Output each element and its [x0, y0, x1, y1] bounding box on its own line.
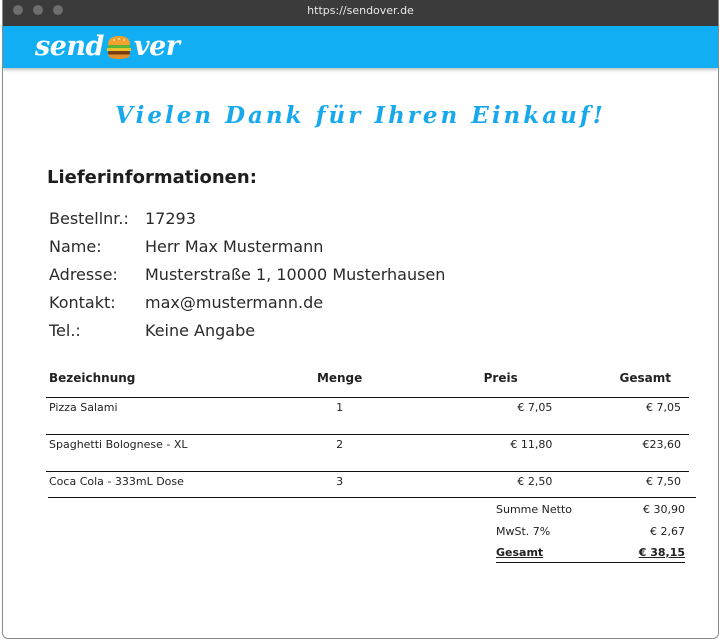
delivery-info-list: Bestellnr.: 17293 Name: Herr Max Musterm… [49, 204, 445, 344]
info-value: Keine Angabe [145, 320, 256, 340]
info-label: Adresse: [49, 264, 118, 284]
net-total-label: Summe Netto [496, 502, 573, 516]
info-value: Musterstraße 1, 10000 Musterhausen [145, 264, 446, 284]
item-price: € 7,05 [375, 397, 556, 435]
order-items-table: Bezeichnung Menge Preis Gesamt Pizza Sal… [46, 368, 689, 508]
address-url: https://sendover.de [307, 4, 414, 17]
net-total-value: € 30,90 [643, 502, 685, 516]
thank-you-heading: Vielen Dank für Ihren Einkauf! [115, 102, 606, 129]
browser-window: https://sendover.de send ver Vielen Dank… [2, 0, 719, 639]
item-name: Coca Cola - 333mL Dose [49, 475, 184, 488]
info-row-contact: Kontakt: max@mustermann.de [49, 288, 445, 316]
grand-total-value: € 38,15 [638, 545, 685, 559]
column-header-total: Gesamt [555, 368, 689, 398]
info-label: Kontakt: [49, 292, 116, 312]
order-totals: Summe Netto € 30,90 MwSt. 7% € 2,67 Gesa… [496, 498, 685, 563]
logo-text-left: send [35, 31, 104, 62]
info-label: Bestellnr.: [49, 208, 129, 228]
info-row-order-number: Bestellnr.: 17293 [49, 204, 445, 232]
item-total: €23,60 [555, 434, 689, 472]
item-qty: 3 [336, 475, 344, 488]
column-header-qty: Menge [303, 368, 376, 398]
table-header-row: Bezeichnung Menge Preis Gesamt [46, 368, 689, 398]
info-label: Name: [49, 236, 102, 256]
vat-label: MwSt. 7% [496, 524, 551, 538]
title-bar: https://sendover.de [3, 0, 718, 26]
vat-row: MwSt. 7% € 2,67 [496, 520, 685, 542]
info-row-name: Name: Herr Max Mustermann [49, 232, 445, 260]
net-total-row: Summe Netto € 30,90 [496, 498, 685, 520]
vat-value: € 2,67 [650, 524, 685, 538]
info-row-phone: Tel.: Keine Angabe [49, 316, 445, 344]
logo-text-right: ver [133, 31, 180, 62]
item-name: Spaghetti Bolognese - XL [46, 434, 304, 472]
item-qty: 2 [303, 434, 376, 472]
info-value: 17293 [145, 208, 196, 228]
brand-header: send ver [3, 26, 718, 68]
table-row: Pizza Salami 1 € 7,05 € 7,05 [46, 397, 689, 435]
burger-icon [106, 36, 131, 59]
info-row-address: Adresse: Musterstraße 1, 10000 Musterhau… [49, 260, 445, 288]
grand-total-label: Gesamt [496, 545, 544, 559]
info-value: max@mustermann.de [145, 292, 324, 312]
grand-total-row: Gesamt € 38,15 [496, 542, 685, 563]
sendover-logo[interactable]: send ver [35, 31, 180, 63]
item-qty: 1 [303, 397, 376, 435]
column-header-name: Bezeichnung [46, 368, 304, 398]
item-total: € 7,05 [555, 397, 689, 435]
info-value: Herr Max Mustermann [145, 236, 324, 256]
item-name: Pizza Salami [46, 397, 304, 435]
item-price: € 11,80 [375, 434, 556, 472]
delivery-info-title: Lieferinformationen: [47, 167, 257, 188]
column-header-price: Preis [375, 368, 556, 398]
table-row: Spaghetti Bolognese - XL 2 € 11,80 €23,6… [46, 434, 689, 472]
info-label: Tel.: [49, 320, 81, 340]
